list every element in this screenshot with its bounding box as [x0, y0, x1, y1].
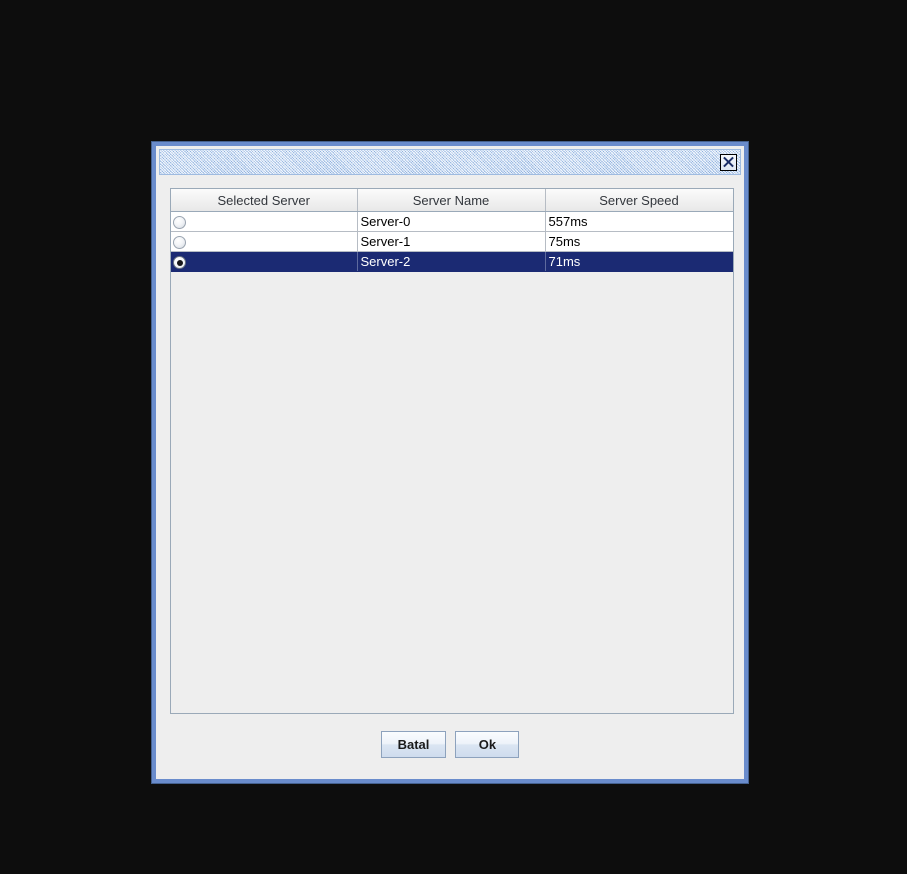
cell-server-name[interactable]: Server-2: [357, 251, 546, 272]
cancel-button[interactable]: Batal: [380, 731, 447, 758]
cell-server-speed[interactable]: 71ms: [545, 251, 733, 272]
dialog-content-panel: Selected Server Server Name Server Speed…: [159, 175, 741, 776]
cell-server-name[interactable]: Server-0: [357, 211, 546, 232]
server-table-scrollpane[interactable]: Selected Server Server Name Server Speed…: [170, 188, 734, 714]
table-header-row: Selected Server Server Name Server Speed: [171, 189, 733, 212]
close-icon[interactable]: [720, 153, 737, 171]
dialog-title-bar[interactable]: [159, 149, 741, 175]
table-row[interactable]: Server-0 557ms: [171, 211, 733, 232]
cell-selected-server[interactable]: [171, 251, 358, 272]
cell-selected-server[interactable]: [171, 231, 358, 252]
cell-server-speed[interactable]: 75ms: [545, 231, 733, 252]
table-row[interactable]: Server-2 71ms: [171, 251, 733, 272]
radio-button-icon[interactable]: [173, 236, 186, 250]
table-empty-area: [171, 272, 733, 713]
radio-button-selected-icon[interactable]: [173, 256, 186, 270]
column-header-selected-server[interactable]: Selected Server: [171, 189, 358, 212]
cell-selected-server[interactable]: [171, 211, 358, 232]
dialog-button-bar: Batal Ok: [159, 731, 741, 758]
desktop-background: Selected Server Server Name Server Speed…: [0, 0, 907, 874]
server-table-body: Server-0 557ms Server-1 75ms Server-2 71ms: [171, 211, 733, 272]
cell-server-speed[interactable]: 557ms: [545, 211, 733, 232]
column-header-server-speed[interactable]: Server Speed: [545, 189, 733, 212]
server-table: Selected Server Server Name Server Speed…: [171, 189, 733, 272]
table-row[interactable]: Server-1 75ms: [171, 231, 733, 252]
cell-server-name[interactable]: Server-1: [357, 231, 546, 252]
radio-button-icon[interactable]: [173, 216, 186, 230]
ok-button[interactable]: Ok: [455, 731, 520, 758]
column-header-server-name[interactable]: Server Name: [357, 189, 546, 212]
server-selection-dialog: Selected Server Server Name Server Speed…: [152, 142, 748, 783]
server-table-header: Selected Server Server Name Server Speed: [171, 189, 733, 212]
